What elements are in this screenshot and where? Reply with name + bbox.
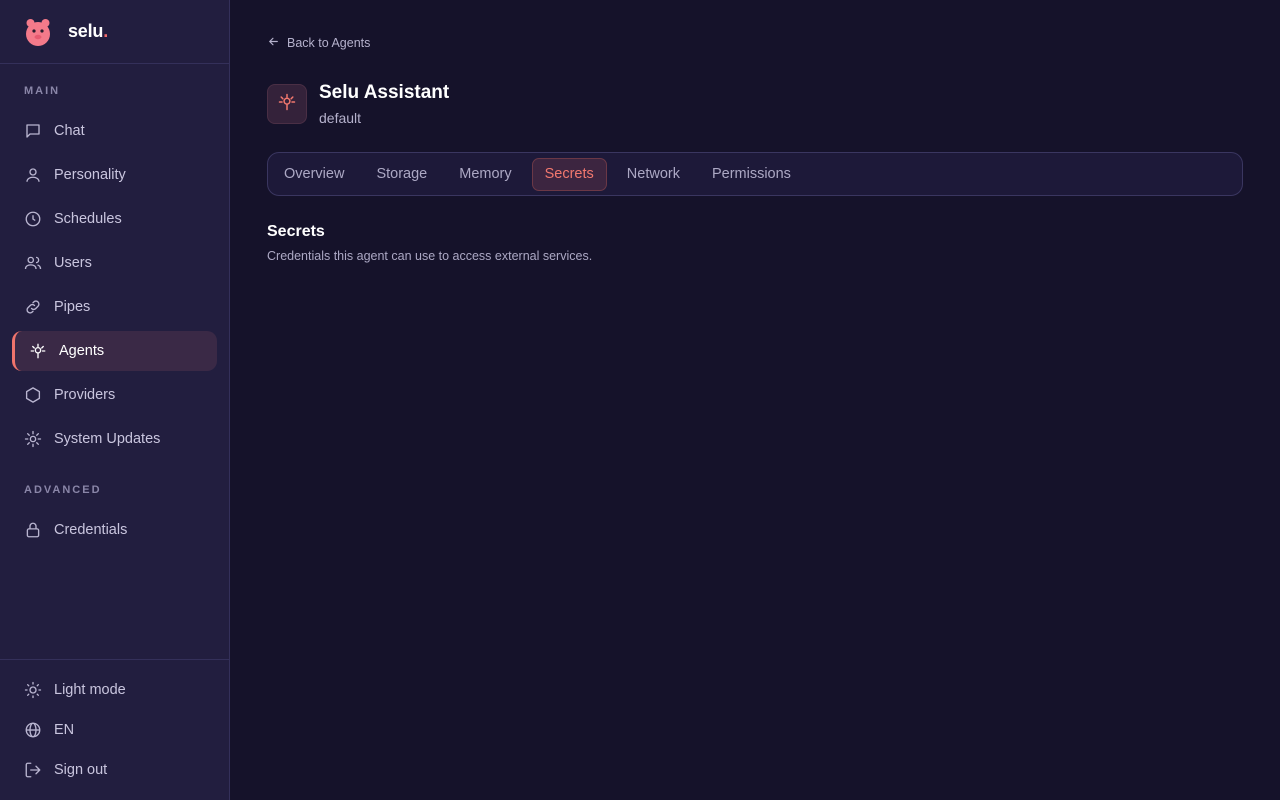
section-description: Credentials this agent can use to access… bbox=[267, 249, 593, 263]
sidebar-item-personality[interactable]: Personality bbox=[12, 155, 217, 195]
sidebar-item-pipes[interactable]: Pipes bbox=[12, 287, 217, 327]
hexagon-icon bbox=[24, 386, 42, 404]
section-label-advanced: ADVANCED bbox=[24, 484, 102, 496]
chat-icon bbox=[24, 122, 42, 140]
sidebar-item-label: Providers bbox=[54, 387, 116, 403]
back-to-agents-link[interactable]: Back to Agents bbox=[267, 35, 370, 51]
language-selector[interactable]: EN bbox=[12, 710, 217, 750]
tab-memory[interactable]: Memory bbox=[447, 158, 523, 191]
tab-network[interactable]: Network bbox=[615, 158, 692, 191]
sidebar-item-label: Personality bbox=[54, 167, 126, 183]
sidebar-item-system-updates[interactable]: System Updates bbox=[12, 419, 217, 459]
lock-icon bbox=[24, 521, 42, 539]
sidebar-item-label: Credentials bbox=[54, 522, 128, 538]
sidebar-item-chat[interactable]: Chat bbox=[12, 111, 217, 151]
selu-logo-icon bbox=[24, 17, 54, 47]
sidebar-item-label: Pipes bbox=[54, 299, 91, 315]
sidebar-item-label: Users bbox=[54, 255, 92, 271]
main-content: Back to Agents Selu Assistant default Ov… bbox=[230, 0, 1280, 800]
tab-permissions[interactable]: Permissions bbox=[700, 158, 803, 191]
user-icon bbox=[24, 166, 42, 184]
light-mode-toggle[interactable]: Light mode bbox=[12, 670, 217, 710]
sidebar-item-label: Light mode bbox=[54, 682, 126, 698]
sidebar-item-label: EN bbox=[54, 722, 75, 738]
sidebar-item-label: Agents bbox=[59, 343, 105, 359]
sidebar-item-users[interactable]: Users bbox=[12, 243, 217, 283]
agent-subtitle: default bbox=[319, 110, 362, 126]
arrow-left-icon bbox=[267, 35, 280, 51]
sidebar-item-label: Sign out bbox=[54, 762, 108, 778]
brand[interactable]: selu. bbox=[0, 0, 229, 64]
sidebar-item-label: Schedules bbox=[54, 211, 122, 227]
tab-bar: Overview Storage Memory Secrets Network … bbox=[267, 152, 1243, 196]
sign-out-button[interactable]: Sign out bbox=[12, 750, 217, 790]
agent-icon bbox=[29, 342, 47, 360]
brand-name: selu. bbox=[68, 21, 109, 41]
tab-secrets[interactable]: Secrets bbox=[531, 157, 607, 191]
sidebar: selu. MAIN Chat Personality Schedules Us… bbox=[0, 0, 230, 800]
agent-icon bbox=[277, 92, 297, 117]
sidebar-item-schedules[interactable]: Schedules bbox=[12, 199, 217, 239]
section-label-main: MAIN bbox=[24, 85, 61, 97]
tab-storage[interactable]: Storage bbox=[364, 158, 439, 191]
globe-icon bbox=[24, 721, 42, 739]
link-icon bbox=[24, 298, 42, 316]
tab-overview[interactable]: Overview bbox=[272, 158, 356, 191]
sun-icon bbox=[24, 681, 42, 699]
users-icon bbox=[24, 254, 42, 272]
page-title: Selu Assistant bbox=[319, 82, 450, 103]
sidebar-item-label: System Updates bbox=[54, 431, 161, 447]
section-title: Secrets bbox=[267, 223, 325, 240]
clock-icon bbox=[24, 210, 42, 228]
agent-avatar bbox=[267, 84, 307, 124]
sidebar-item-providers[interactable]: Providers bbox=[12, 375, 217, 415]
sidebar-item-label: Chat bbox=[54, 123, 85, 139]
gear-icon bbox=[24, 430, 42, 448]
sidebar-item-agents[interactable]: Agents bbox=[12, 331, 217, 371]
back-label: Back to Agents bbox=[287, 36, 371, 50]
sign-out-icon bbox=[24, 761, 42, 779]
sidebar-item-credentials[interactable]: Credentials bbox=[12, 510, 217, 550]
